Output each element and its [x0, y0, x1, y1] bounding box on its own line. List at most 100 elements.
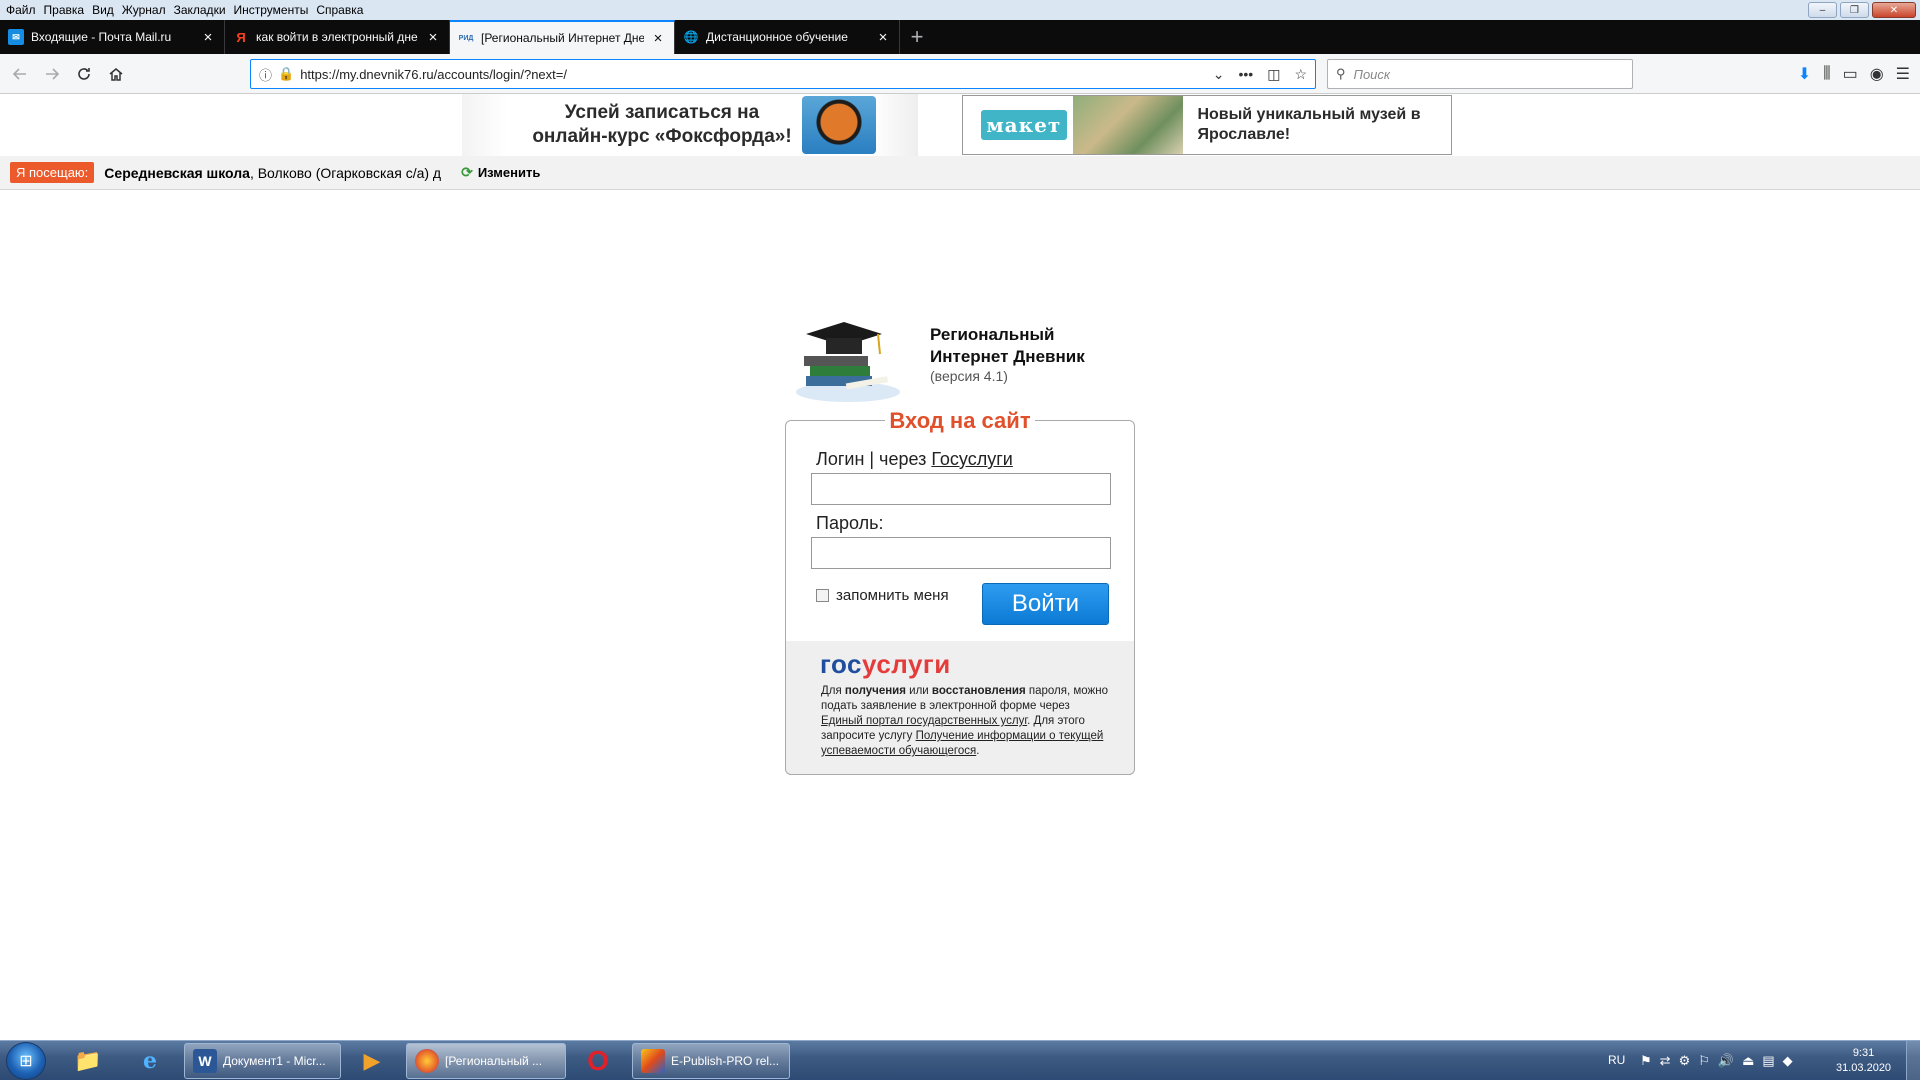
close-icon[interactable]: ×: [650, 30, 666, 47]
tray-settings-icon[interactable]: ⚙: [1679, 1053, 1691, 1069]
ad-maket[interactable]: макет Новый уникальный музей в Ярославле…: [962, 95, 1452, 155]
url-bar[interactable]: ⓘ 🔒 https://my.dnevnik76.ru/accounts/log…: [250, 59, 1316, 89]
tab-mail[interactable]: ✉ Входящие - Почта Mail.ru ×: [0, 20, 225, 54]
login-button[interactable]: Войти: [982, 583, 1109, 625]
site-title-line1: Региональный: [930, 325, 1055, 344]
show-desktop-button[interactable]: [1906, 1041, 1920, 1080]
gosuslugi-portal-link[interactable]: Единый портал государственных услуг: [821, 715, 1027, 727]
site-title: Региональный Интернет Дневник: [930, 324, 1085, 368]
tray-antivirus-icon[interactable]: ◆: [1783, 1053, 1793, 1069]
tab-yandex[interactable]: Я как войти в электронный дне ×: [225, 20, 450, 54]
tray-app-icon[interactable]: ⚑: [1640, 1053, 1652, 1069]
rid-icon: РИД: [458, 34, 474, 42]
lock-warning-icon[interactable]: 🔒: [278, 66, 294, 82]
remember-me[interactable]: запомнить меня: [816, 587, 949, 604]
forward-arrow-icon: [46, 67, 60, 80]
school-name: Середневская школа: [104, 164, 250, 181]
search-input[interactable]: ⚲ Поиск: [1327, 59, 1633, 89]
login-label: Логин | через Госуслуги: [816, 449, 1013, 470]
gos-text-4: восстановления: [931, 685, 1026, 697]
library-icon[interactable]: ⫼: [1823, 65, 1830, 83]
language-indicator[interactable]: RU: [1608, 1053, 1625, 1067]
menu-tools[interactable]: Инструменты: [234, 3, 309, 17]
tray-network-share-icon[interactable]: ⇄: [1660, 1053, 1671, 1069]
clock[interactable]: 9:31 31.03.2020: [1836, 1046, 1891, 1076]
remember-label: запомнить меня: [836, 587, 949, 604]
login-heading: Вход на сайт: [885, 408, 1035, 433]
opera-icon[interactable]: O: [578, 1045, 618, 1077]
explorer-icon[interactable]: 📁: [68, 1045, 108, 1077]
more-actions-icon[interactable]: •••: [1238, 66, 1253, 83]
site-version: (версия 4.1): [930, 368, 1008, 384]
remember-checkbox[interactable]: [816, 589, 829, 602]
taskbar-firefox[interactable]: [Региональный ...: [406, 1043, 566, 1079]
tab-distance[interactable]: 🌐 Дистанционное обучение ×: [675, 20, 900, 54]
tab-title: как войти в электронный дне: [256, 30, 418, 44]
bookmark-star-icon[interactable]: ☆: [1294, 66, 1307, 83]
back-button[interactable]: [4, 58, 36, 90]
maket-logo: макет: [981, 110, 1067, 140]
gosuslugi-logo-part1: гос: [820, 649, 862, 679]
close-icon[interactable]: ×: [425, 29, 441, 46]
account-icon[interactable]: ◉: [1870, 64, 1884, 84]
close-icon[interactable]: ×: [875, 29, 891, 46]
yandex-icon: Я: [236, 29, 246, 45]
ad-foxford[interactable]: Успей записаться на онлайн-курс «Фоксфор…: [462, 94, 918, 156]
minimize-button[interactable]: –: [1808, 2, 1837, 18]
password-input[interactable]: [811, 537, 1111, 569]
hamburger-menu-icon[interactable]: ☰: [1896, 64, 1910, 84]
tray-flag-icon[interactable]: ⚐: [1698, 1053, 1710, 1069]
pocket-icon[interactable]: ◫: [1267, 66, 1280, 83]
visited-badge: Я посещаю:: [10, 162, 95, 183]
network-icon[interactable]: ▤: [1762, 1053, 1774, 1069]
start-button[interactable]: ⊞: [6, 1042, 46, 1080]
info-icon[interactable]: ⓘ: [259, 65, 272, 84]
volume-icon[interactable]: 🔊: [1718, 1053, 1734, 1069]
restore-button[interactable]: ❐: [1840, 2, 1869, 18]
tab-title: Дистанционное обучение: [706, 30, 848, 44]
clock-date: 31.03.2020: [1836, 1062, 1892, 1074]
download-icon[interactable]: ⬇: [1798, 64, 1811, 84]
forward-button[interactable]: [36, 58, 68, 90]
menu-view[interactable]: Вид: [92, 3, 114, 17]
password-label: Пароль:: [816, 513, 884, 533]
chevron-down-icon[interactable]: ⌄: [1213, 66, 1225, 83]
gosuslugi-info: Для получения или восстановления пароля,…: [821, 684, 1111, 759]
taskbar: ⊞ 📁 e W Документ1 - Micr... ▶ [Региональ…: [0, 1040, 1920, 1080]
close-window-button[interactable]: ✕: [1872, 2, 1916, 18]
tab-title: Входящие - Почта Mail.ru: [31, 30, 172, 44]
refresh-arrows-icon: ⟳: [461, 164, 473, 180]
reload-icon: [78, 67, 90, 80]
login-input[interactable]: [811, 473, 1111, 505]
sidebar-icon[interactable]: ▭: [1843, 64, 1858, 84]
menu-edit[interactable]: Правка: [44, 3, 85, 17]
menu-file[interactable]: Файл: [6, 3, 36, 17]
home-button[interactable]: [100, 58, 132, 90]
navigation-bar: ⓘ 🔒 https://my.dnevnik76.ru/accounts/log…: [0, 54, 1920, 94]
site-title-line2: Интернет Дневник: [930, 347, 1085, 366]
gos-text-1: Для: [821, 685, 845, 697]
ad-foxford-text: Успей записаться на онлайн-курс «Фоксфор…: [532, 102, 792, 147]
menu-bookmarks[interactable]: Закладки: [174, 3, 226, 17]
ad-maket-text: Новый уникальный музей в Ярославле!: [1197, 106, 1421, 143]
museum-image: [1072, 96, 1184, 154]
new-tab-button[interactable]: +: [900, 20, 934, 54]
internet-explorer-icon[interactable]: e: [130, 1045, 170, 1077]
menu-history[interactable]: Журнал: [122, 3, 166, 17]
taskbar-word[interactable]: W Документ1 - Micr...: [184, 1043, 341, 1079]
gos-text-2: получения: [844, 685, 906, 697]
menu-help[interactable]: Справка: [316, 3, 363, 17]
globe-icon: 🌐: [683, 30, 699, 44]
windows-logo-icon: ⊞: [19, 1053, 33, 1070]
tab-rid[interactable]: РИД [Региональный Интернет Дне ×: [450, 20, 675, 54]
tray-usb-icon[interactable]: ⏏: [1742, 1053, 1754, 1069]
gosuslugi-logo[interactable]: госуслуги: [820, 649, 951, 680]
media-player-icon[interactable]: ▶: [352, 1045, 392, 1077]
taskbar-epublish[interactable]: E-Publish-PRO rel...: [632, 1043, 790, 1079]
menu-bar: Файл Правка Вид Журнал Закладки Инструме…: [0, 0, 1920, 20]
reload-button[interactable]: [68, 58, 100, 90]
close-icon[interactable]: ×: [200, 29, 216, 46]
change-school-link[interactable]: ⟳ Изменить: [461, 164, 540, 181]
url-text[interactable]: https://my.dnevnik76.ru/accounts/login/?…: [300, 67, 1213, 82]
gosuslugi-login-link[interactable]: Госуслуги: [931, 449, 1012, 469]
